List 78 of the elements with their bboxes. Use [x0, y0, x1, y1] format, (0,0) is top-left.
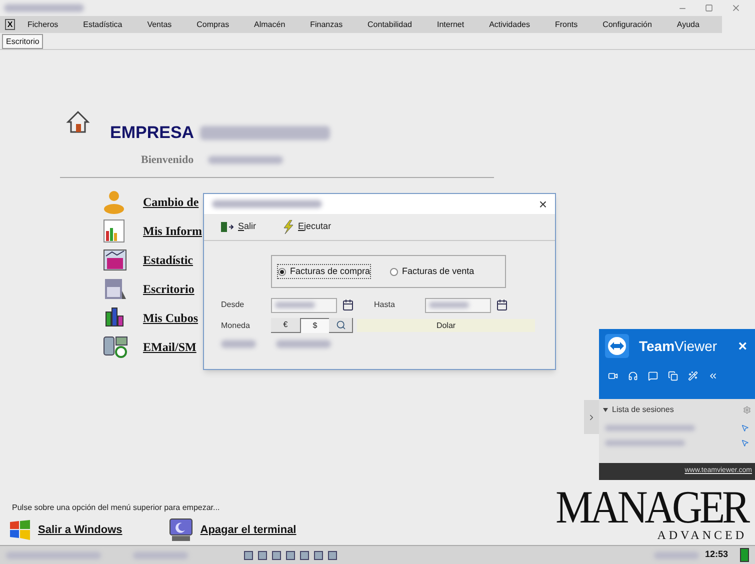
radio-option[interactable]: Facturas de compra: [278, 264, 370, 278]
maximize-icon[interactable]: [705, 4, 713, 12]
radio-option[interactable]: Facturas de venta: [390, 264, 474, 278]
person-icon: [103, 190, 125, 214]
close-button[interactable]: ×: [738, 338, 747, 354]
hint-text: Pulse sobre una opción del menú superior para empezar...: [12, 502, 221, 514]
currency-toggle[interactable]: $: [300, 318, 329, 333]
section-header[interactable]: Lista de sesiones: [612, 404, 674, 416]
currency-name-field: Dolar: [357, 319, 535, 332]
menu-item[interactable]: Finanzas: [310, 18, 343, 30]
menu-item[interactable]: Contabilidad: [368, 18, 412, 30]
headset-icon[interactable]: [628, 371, 638, 381]
bar-chart-icon: [103, 248, 127, 272]
field-label: Moneda: [221, 320, 251, 332]
field-label: Hasta: [374, 299, 396, 311]
blurred-block: [276, 340, 331, 348]
shortcut-link[interactable]: Mis Cubos: [143, 309, 198, 327]
menu-item[interactable]: Almacén: [254, 18, 286, 30]
mail-phone-icon: [103, 335, 129, 359]
door-exit-icon: [220, 221, 234, 233]
lightning-icon: [282, 220, 294, 234]
blurred-block: [654, 552, 699, 558]
calendar-icon[interactable]: [496, 299, 508, 311]
menu-item[interactable]: Actividades: [489, 18, 530, 30]
flag-logo-icon: [8, 519, 32, 541]
battery-indicator: [740, 548, 749, 562]
brand-name: TeamViewer: [639, 336, 718, 356]
field-label: Desde: [221, 299, 246, 311]
menu-item[interactable]: Ficheros: [27, 18, 58, 30]
blurred-block: [133, 552, 188, 558]
calculator-icon: [103, 277, 127, 301]
menu-item[interactable]: Fronts: [554, 18, 578, 30]
collapse-icon[interactable]: [708, 371, 718, 381]
close-button[interactable]: ×: [538, 197, 547, 211]
action-link[interactable]: Apagar el terminal: [200, 522, 296, 538]
shortcut-link[interactable]: Mis Inform: [143, 222, 202, 240]
chevron-icon: [587, 412, 596, 422]
date-field[interactable]: [271, 298, 337, 312]
blurred-block: [429, 302, 469, 308]
caret-icon[interactable]: [603, 408, 608, 412]
report-chart-icon: [103, 219, 125, 243]
house-icon: [66, 110, 90, 134]
menu-close-button[interactable]: X: [5, 19, 15, 30]
action-link[interactable]: Salir a Windows: [38, 522, 122, 538]
arrows-logo-icon: [605, 334, 629, 358]
menu-item[interactable]: Ventas: [147, 18, 172, 30]
radio-button[interactable]: [390, 268, 398, 276]
menu-item[interactable]: Internet: [436, 18, 464, 30]
video-icon[interactable]: [608, 371, 618, 381]
radio-button[interactable]: [278, 268, 286, 276]
clock-text: 12:53: [704, 548, 728, 562]
date-field[interactable]: [425, 298, 491, 312]
menu-item[interactable]: Estadística: [83, 18, 122, 30]
shortcut-link[interactable]: EMail/SM: [143, 338, 196, 356]
shortcut-link[interactable]: Estadístic: [143, 251, 194, 269]
close-icon[interactable]: [731, 3, 741, 13]
menu-item[interactable]: Ayuda: [676, 18, 700, 30]
currency-toggle[interactable]: €: [271, 318, 300, 333]
product-logo: MANAGER ADVANCED: [556, 488, 747, 542]
shortcut-link[interactable]: Cambio de: [143, 193, 199, 211]
settings-icon[interactable]: [743, 406, 751, 414]
wand-icon[interactable]: [688, 371, 698, 381]
menu-item[interactable]: Configuración: [602, 18, 652, 30]
toolbar-button[interactable]: Salir: [220, 220, 256, 234]
company-name: EMPRESA: [110, 122, 194, 144]
blurred-block: [221, 340, 256, 348]
shortcut-link[interactable]: Escritorio: [143, 280, 194, 298]
tab[interactable]: Escritorio: [2, 34, 44, 49]
calendar-icon[interactable]: [342, 299, 354, 311]
menu-item[interactable]: Compras: [196, 18, 230, 30]
monitor-moon-icon: [168, 518, 194, 542]
chat-icon[interactable]: [648, 371, 658, 381]
search-icon: [336, 320, 346, 330]
search-button[interactable]: [329, 318, 353, 333]
toolbar-button[interactable]: Ejecutar: [282, 220, 332, 234]
blurred-block: [275, 302, 315, 308]
welcome-text: Bienvenido: [141, 152, 194, 168]
copy-icon[interactable]: [668, 371, 678, 381]
